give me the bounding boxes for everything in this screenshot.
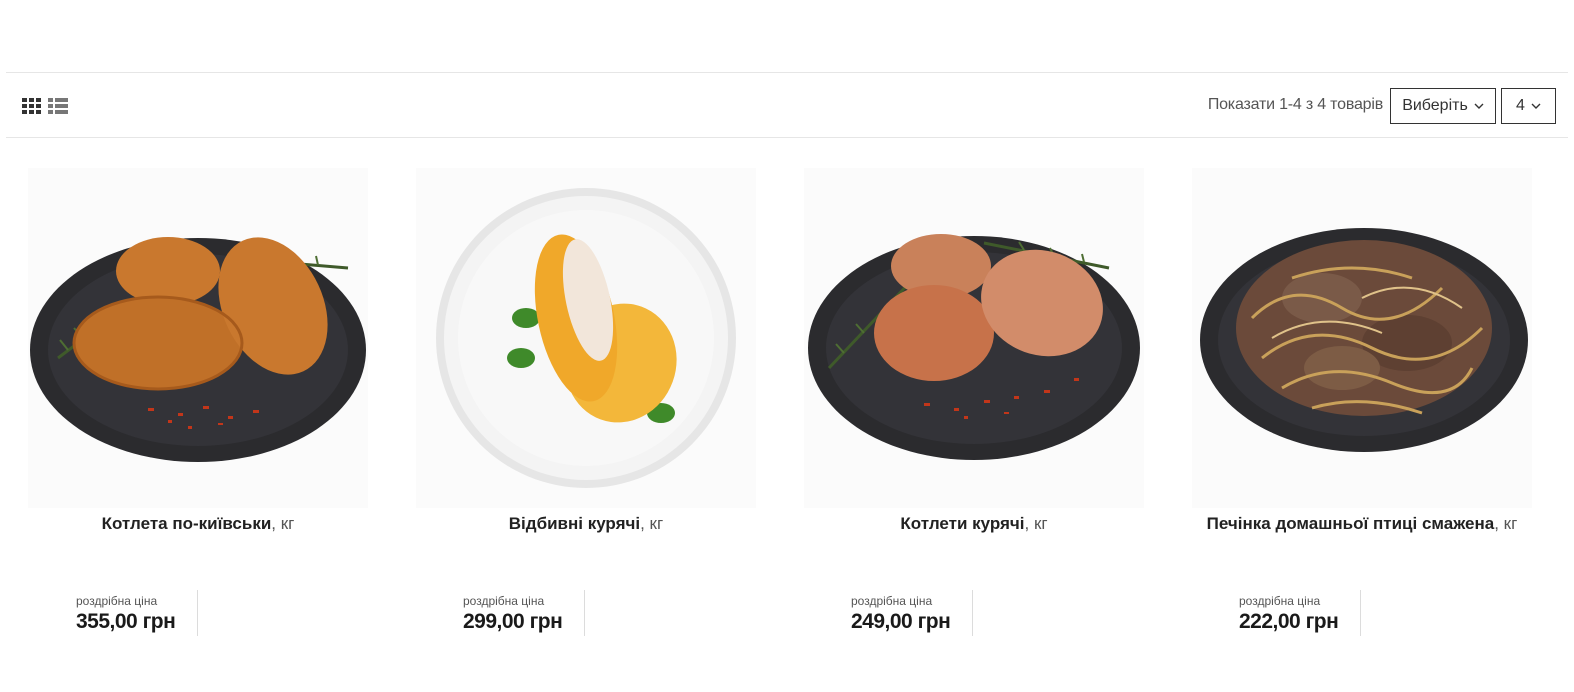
price-block: роздрібна ціна 299,00 грн <box>463 590 586 636</box>
price-value: 355,00 грн <box>76 610 176 633</box>
price-block: роздрібна ціна 222,00 грн <box>1239 590 1362 636</box>
price-label: роздрібна ціна <box>1239 594 1321 608</box>
product-image-fried-liver[interactable] <box>1192 168 1532 508</box>
sort-select[interactable]: Виберіть <box>1390 88 1496 124</box>
product-card[interactable]: Котлета по-київськи, кг роздрібна ціна 3… <box>28 168 368 648</box>
chevron-down-icon <box>1531 103 1541 109</box>
product-card[interactable]: Котлети курячі, кг роздрібна ціна 249,00… <box>804 168 1144 648</box>
product-image-chicken-chops[interactable] <box>416 168 756 508</box>
product-name[interactable]: Печінка домашньої птиці смажена, кг <box>1162 514 1562 534</box>
price-label: роздрібна ціна <box>851 594 933 608</box>
price-label: роздрібна ціна <box>76 594 158 608</box>
product-card[interactable]: Відбивні курячі, кг роздрібна ціна 299,0… <box>416 168 756 648</box>
price-value: 299,00 грн <box>463 610 563 633</box>
catalog-toolbar: Показати 1-4 з 4 товарів Виберіть 4 <box>6 72 1568 138</box>
grid-icon[interactable] <box>22 95 42 115</box>
product-image-kyiv-cutlets[interactable] <box>28 168 368 508</box>
chevron-down-icon <box>1474 103 1484 109</box>
price-label: роздрібна ціна <box>463 594 545 608</box>
per-page-select[interactable]: 4 <box>1501 88 1556 124</box>
view-toggle <box>22 95 68 115</box>
list-icon[interactable] <box>48 95 68 115</box>
product-name[interactable]: Котлети курячі, кг <box>774 514 1174 534</box>
price-block: роздрібна ціна 249,00 грн <box>851 590 974 636</box>
price-block: роздрібна ціна 355,00 грн <box>76 590 199 636</box>
product-card[interactable]: Печінка домашньої птиці смажена, кг розд… <box>1192 168 1532 648</box>
per-page-select-value: 4 <box>1516 97 1525 114</box>
price-value: 222,00 грн <box>1239 610 1339 633</box>
sort-select-value: Виберіть <box>1402 97 1468 114</box>
results-count: Показати 1-4 з 4 товарів <box>1207 96 1383 113</box>
price-value: 249,00 грн <box>851 610 951 633</box>
product-name[interactable]: Відбивні курячі, кг <box>386 514 786 534</box>
product-image-chicken-cutlets[interactable] <box>804 168 1144 508</box>
product-name[interactable]: Котлета по-київськи, кг <box>0 514 398 534</box>
